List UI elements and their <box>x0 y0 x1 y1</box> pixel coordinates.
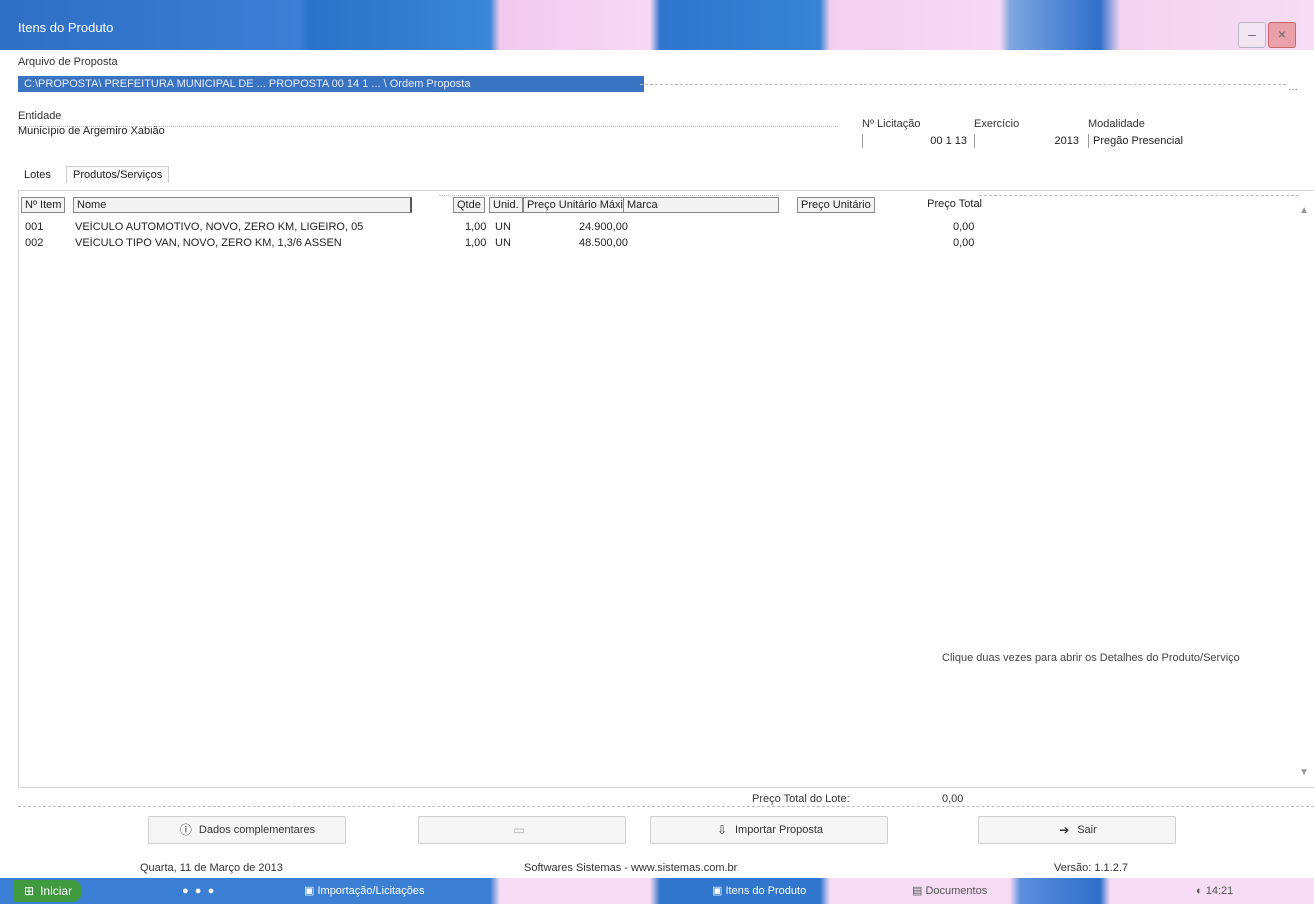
tab-bar: Lotes Produtos/Serviços <box>18 166 175 183</box>
cell-unid: UN <box>495 221 511 233</box>
cell-preco-total: 0,00 <box>953 237 975 249</box>
proposal-field-border <box>640 84 1286 85</box>
dados-complementares-button[interactable]: ⓘ Dados complementares <box>148 816 346 844</box>
taskbar-item-importacao[interactable]: ▣ Importação/Licitações <box>298 881 490 901</box>
totals-divider <box>18 806 1314 807</box>
taskbar-item-label: Documentos <box>925 885 988 897</box>
products-grid[interactable]: Nº Item Nome Qtde Unid. Preço Unitário M… <box>18 190 1314 788</box>
taskbar-item-documentos[interactable]: ▤ Documentos <box>906 881 1018 901</box>
cell-unid: UN <box>495 237 511 249</box>
totals-label: Preço Total do Lote: <box>752 793 850 805</box>
modalidade-field[interactable]: Pregão Presencial <box>1088 134 1297 148</box>
col-header-marca[interactable]: Marca <box>623 197 779 213</box>
cell-qtde: 1,00 <box>465 237 487 249</box>
totals-value: 0,00 <box>942 793 964 805</box>
browse-button[interactable]: … <box>1288 82 1298 93</box>
quicklaunch: ● ● ● <box>176 881 268 901</box>
exercicio-field[interactable]: 2013 <box>974 134 1083 148</box>
network-icon[interactable]: ◐ <box>1196 885 1203 897</box>
col-header-item[interactable]: Nº Item <box>21 197 66 213</box>
document-icon: ▭ <box>513 823 525 837</box>
close-icon: × <box>1277 26 1287 42</box>
windows-logo-icon: ⊞ <box>24 884 35 898</box>
close-button[interactable]: × <box>1268 22 1296 48</box>
document-icon: ▤ <box>912 885 923 897</box>
cell-item: 002 <box>25 237 44 249</box>
header-divider <box>439 195 779 196</box>
cell-nome: VEÍCULO AUTOMOTIVO, NOVO, ZERO KM, LIGEI… <box>75 221 364 233</box>
window-title: Itens do Produto <box>18 20 114 35</box>
header-divider-right <box>979 195 1299 196</box>
start-label: Iniciar <box>40 884 73 898</box>
cell-nome: VEÍCULO TIPO VAN, NOVO, ZERO KM, 1,3/6 A… <box>75 237 342 249</box>
start-button[interactable]: ⊞ Iniciar <box>14 880 83 902</box>
minimize-button[interactable]: – <box>1238 22 1266 48</box>
ie-icon[interactable]: ● <box>182 885 189 897</box>
col-header-preco-unit[interactable]: Preço Unitário <box>797 197 875 213</box>
status-date: Quarta, 11 de Março de 2013 <box>140 862 283 874</box>
tab-produtos-servicos[interactable]: Produtos/Serviços <box>65 166 170 183</box>
modalidade-label: Modalidade <box>1088 118 1145 130</box>
clock[interactable]: 14:21 <box>1206 885 1234 897</box>
scroll-down-icon[interactable]: ▼ <box>1299 767 1309 778</box>
status-version: Versão: 1.1.2.7 <box>1054 862 1128 874</box>
scroll-up-icon[interactable]: ▲ <box>1299 205 1309 216</box>
licitacao-label: Nº Licitação <box>862 118 921 130</box>
minimize-icon: – <box>1248 26 1256 42</box>
col-header-qtde[interactable]: Qtde <box>453 197 485 213</box>
cell-item: 001 <box>25 221 44 233</box>
import-icon: ⇩ <box>716 823 727 837</box>
desktop-icon[interactable]: ● <box>208 885 215 897</box>
folder-icon: ▣ <box>304 885 315 897</box>
title-bar: Itens do Produto – × <box>0 0 1314 50</box>
importar-proposta-label: Importar Proposta <box>734 824 824 836</box>
info-icon: ⓘ <box>179 823 192 837</box>
dados-complementares-label: Dados complementares <box>198 824 316 836</box>
taskbar: ⊞ Iniciar ● ● ● ▣ Importação/Licitações … <box>0 878 1314 904</box>
cell-preco-max: 24.900,00 <box>579 221 628 233</box>
col-header-nome[interactable]: Nome <box>73 197 412 213</box>
tab-lotes[interactable]: Lotes <box>18 167 57 183</box>
sair-button[interactable]: ➔ Sair <box>978 816 1176 844</box>
cell-preco-total: 0,00 <box>953 221 975 233</box>
app-icon: ▣ <box>712 885 723 897</box>
proposal-path-field[interactable]: C:\PROPOSTA\ PREFEITURA MUNICIPAL DE ...… <box>18 76 644 92</box>
status-company: Softwares Sistemas - www.sistemas.com.br <box>524 862 738 874</box>
cell-qtde: 1,00 <box>465 221 487 233</box>
taskbar-item-label: Itens do Produto <box>725 885 807 897</box>
col-header-unid[interactable]: Unid. <box>489 197 523 213</box>
entity-field-border <box>18 126 838 127</box>
taskbar-item-itens-produto[interactable]: ▣ Itens do Produto <box>706 881 828 901</box>
importar-proposta-button[interactable]: ⇩ Importar Proposta <box>650 816 888 844</box>
exercicio-label: Exercício <box>974 118 1020 130</box>
hint-text: Clique duas vezes para abrir os Detalhes… <box>942 652 1240 664</box>
exit-icon: ➔ <box>1059 823 1070 837</box>
licitacao-field[interactable]: 00 1 13 <box>862 134 971 148</box>
system-tray: ◐ 14:21 <box>1190 881 1312 901</box>
cell-preco-max: 48.500,00 <box>579 237 628 249</box>
col-header-preco-total[interactable]: Preço Total <box>889 197 985 211</box>
entity-label: Entidade <box>18 110 62 122</box>
proposal-label: Arquivo de Proposta <box>18 56 118 68</box>
sair-label: Sair <box>1077 824 1097 836</box>
media-icon[interactable]: ● <box>195 885 202 897</box>
taskbar-item-label: Importação/Licitações <box>317 885 425 897</box>
button-bar: ⓘ Dados complementares ▭ ⇩ Importar Prop… <box>18 812 1314 848</box>
disabled-button[interactable]: ▭ <box>418 816 626 844</box>
